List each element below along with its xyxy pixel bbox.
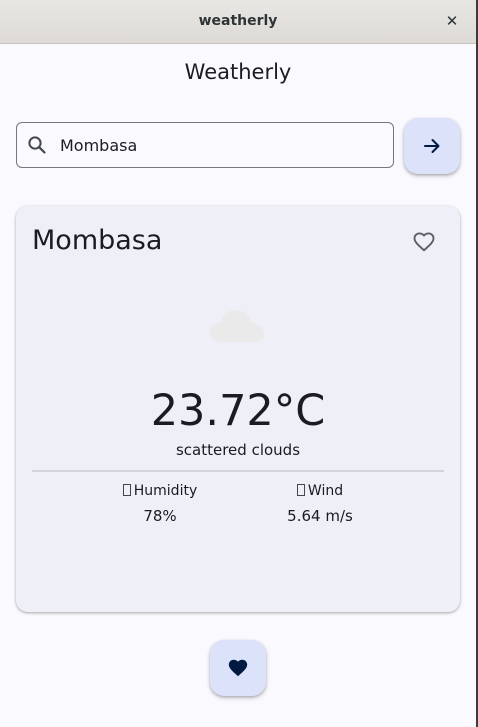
favorites-button[interactable] xyxy=(210,640,266,696)
title-bar[interactable]: weatherly ✕ xyxy=(0,0,476,44)
search-submit-button[interactable] xyxy=(404,118,460,174)
humidity-value: 78% xyxy=(143,507,177,525)
wind-icon xyxy=(296,484,305,496)
humidity-stat: Humidity 78% xyxy=(90,483,230,525)
window-title: weatherly xyxy=(198,13,278,29)
search-input[interactable] xyxy=(60,132,380,158)
weather-card: Mombasa 23.72°C scattered clouds Humidit… xyxy=(16,206,460,612)
close-icon[interactable]: ✕ xyxy=(442,10,462,32)
wind-label: Wind xyxy=(307,483,344,499)
heart-filled-icon xyxy=(228,659,248,677)
humidity-label-row: Humidity xyxy=(90,483,230,499)
humidity-icon xyxy=(122,484,131,496)
temperature: 23.72°C xyxy=(150,386,326,436)
humidity-label: Humidity xyxy=(133,483,198,499)
divider xyxy=(32,470,444,472)
weather-description: scattered clouds xyxy=(175,441,301,459)
app-title: Weatherly xyxy=(184,60,292,84)
city-name: Mombasa xyxy=(32,225,163,256)
search-field[interactable] xyxy=(16,122,394,168)
search-icon xyxy=(27,135,47,155)
wind-label-row: Wind xyxy=(250,483,390,499)
cloud-icon xyxy=(206,304,270,348)
app-window: weatherly ✕ Weatherly Mombasa Mombasa 23… xyxy=(0,0,476,727)
favorite-toggle[interactable] xyxy=(412,230,436,254)
wind-value: 5.64 m/s xyxy=(287,507,353,525)
heart-outline-icon xyxy=(413,232,435,252)
arrow-forward-icon xyxy=(424,139,440,153)
wind-stat: Wind 5.64 m/s xyxy=(250,483,390,525)
